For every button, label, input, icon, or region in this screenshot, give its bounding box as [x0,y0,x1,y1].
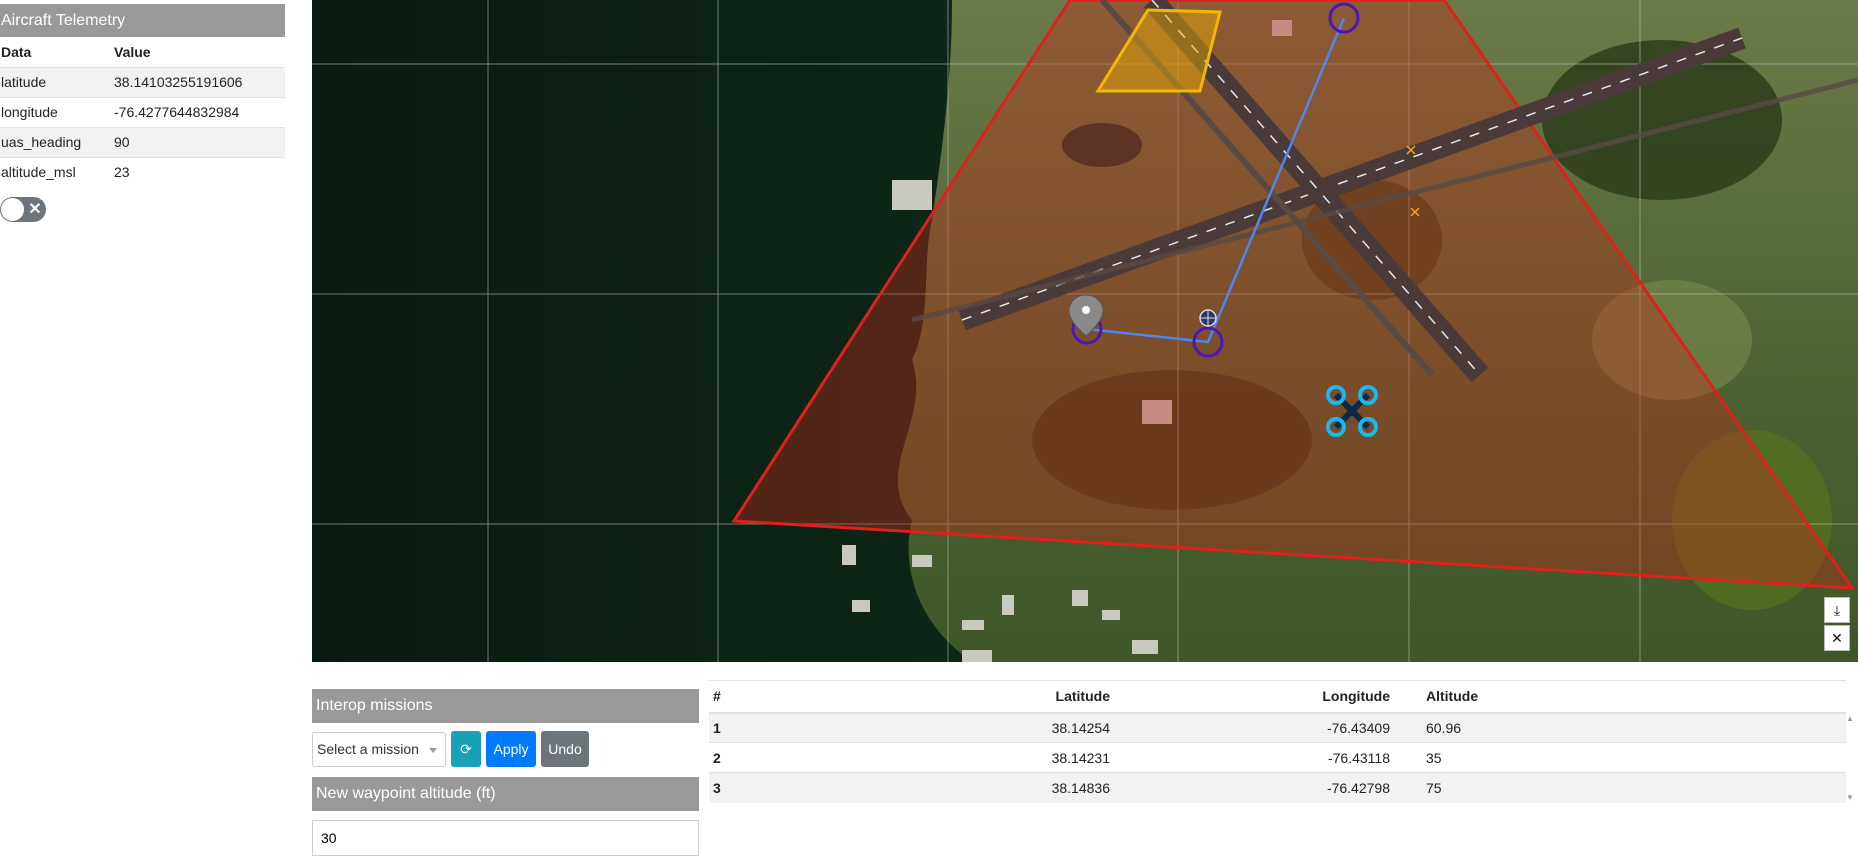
telemetry-key: longitude [0,96,113,127]
waypoint-number: 2 [709,742,857,773]
map-view[interactable]: ⤓ ✕ [312,0,1858,662]
close-icon[interactable]: ✕ [1824,625,1850,651]
mission-controls: Select a mission ⟳ Apply Undo [312,731,699,767]
telemetry-value: 23 [113,156,285,187]
waypoint-latitude: 38.14231 [857,742,1110,773]
refresh-icon: ⟳ [460,740,472,757]
undo-button[interactable]: Undo [541,731,589,767]
map-canvas [312,0,1858,662]
chevron-down-icon [429,747,437,753]
table-row: longitude -76.4277644832984 [0,96,285,127]
column-header-value: Value [114,43,151,60]
waypoints-table: # Latitude Longitude Altitude 1 38.14254… [709,680,1846,803]
missions-panel: Interop missions Select a mission ⟳ Appl… [312,689,699,856]
column-header-longitude: Longitude [1110,680,1390,714]
telemetry-value: 90 [113,126,285,157]
telemetry-table: Data Value latitude 38.14103255191606 lo… [0,37,285,187]
missions-title: Interop missions [312,689,699,723]
table-scrollbar[interactable]: ▲ ▼ [1846,714,1858,804]
waypoint-altitude: 60.96 [1390,712,1846,743]
globe-icon[interactable] [1199,309,1217,327]
waypoint-latitude: 38.14254 [857,712,1110,743]
close-x-icon: ✕ [28,201,42,218]
waypoint-latitude: 38.14836 [857,772,1110,803]
download-icon[interactable]: ⤓ [1824,597,1850,623]
scroll-up-icon[interactable]: ▲ [1846,714,1858,723]
column-header-number: # [709,680,857,714]
table-row[interactable]: 3 38.14836 -76.42798 75 [709,772,1846,803]
table-row[interactable]: 1 38.14254 -76.43409 60.96 [709,712,1846,743]
telemetry-panel: Aircraft Telemetry Data Value latitude 3… [0,4,285,187]
waypoint-number: 3 [709,772,857,803]
telemetry-value: -76.4277644832984 [113,96,285,127]
telemetry-key: uas_heading [0,126,113,157]
scroll-down-icon[interactable]: ▼ [1846,793,1858,802]
telemetry-title: Aircraft Telemetry [0,4,285,37]
refresh-button[interactable]: ⟳ [451,731,481,767]
waypoint-longitude: -76.42798 [1110,772,1390,803]
telemetry-toggle[interactable]: ✕ [0,197,46,222]
waypoint-altitude: 75 [1390,772,1846,803]
waypoints-panel: # Latitude Longitude Altitude 1 38.14254… [709,680,1858,803]
telemetry-key: latitude [0,66,113,97]
apply-button[interactable]: Apply [486,731,536,767]
table-row: uas_heading 90 [0,126,285,157]
table-row[interactable]: 2 38.14231 -76.43118 35 [709,742,1846,773]
new-waypoint-title: New waypoint altitude (ft) [312,777,699,811]
column-header-latitude: Latitude [857,680,1110,714]
mission-select-placeholder: Select a mission [317,740,419,757]
toggle-knob [1,198,24,221]
waypoint-number: 1 [709,712,857,743]
telemetry-value: 38.14103255191606 [113,66,285,97]
table-row: latitude 38.14103255191606 [0,66,285,97]
column-header-data: Data [1,43,32,60]
waypoint-altitude: 35 [1390,742,1846,773]
waypoint-longitude: -76.43409 [1110,712,1390,743]
column-header-altitude: Altitude [1390,680,1846,714]
telemetry-key: altitude_msl [0,156,113,187]
mission-select[interactable]: Select a mission [312,731,446,767]
waypoint-altitude-input[interactable] [312,820,699,856]
table-row: altitude_msl 23 [0,156,285,187]
waypoint-longitude: -76.43118 [1110,742,1390,773]
